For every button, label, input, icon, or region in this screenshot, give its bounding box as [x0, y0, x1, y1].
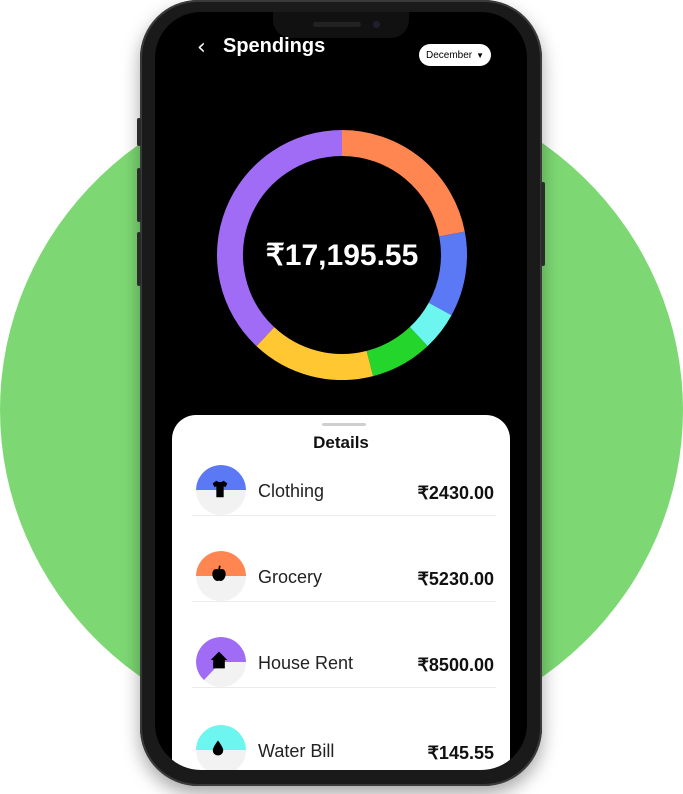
category-badge: [196, 551, 246, 601]
month-value: December: [425, 49, 473, 61]
mute-switch: [137, 118, 141, 146]
speaker: [313, 22, 361, 27]
volume-down-button: [137, 232, 141, 286]
details-panel: Details Clothing ₹2430.00 Grocery ₹5230.…: [172, 415, 510, 770]
detail-row-clothing[interactable]: Clothing ₹2430.00: [192, 451, 496, 516]
total-amount: ₹17,195.55: [265, 238, 419, 272]
drag-handle[interactable]: [322, 423, 366, 426]
house-icon: [209, 650, 233, 674]
category-badge: [196, 637, 246, 687]
water-drop-icon: [209, 738, 233, 762]
category-amount: ₹145.55: [427, 743, 494, 763]
camera-icon: [373, 21, 380, 28]
category-label: House Rent: [258, 653, 354, 673]
category-label: Grocery: [258, 567, 323, 587]
detail-row-grocery[interactable]: Grocery ₹5230.00: [192, 537, 496, 602]
shirt-icon: [209, 478, 233, 502]
phone-screen: ‹ Spendings December ▼ ₹17,195.55 Detail…: [155, 12, 527, 770]
detail-row-water-bill[interactable]: Water Bill ₹145.55: [192, 711, 496, 770]
phone-frame: ‹ Spendings December ▼ ₹17,195.55 Detail…: [137, 0, 545, 786]
category-amount: ₹2430.00: [417, 483, 494, 503]
category-label: Clothing: [258, 481, 325, 501]
month-dropdown[interactable]: December ▼: [419, 44, 491, 66]
power-button: [541, 182, 545, 266]
detail-row-house-rent[interactable]: House Rent ₹8500.00: [192, 623, 496, 688]
volume-up-button: [137, 168, 141, 222]
app-header: ‹ Spendings December ▼: [155, 34, 527, 66]
category-label: Water Bill: [258, 741, 335, 761]
apple-icon: [209, 564, 233, 588]
category-badge: [196, 725, 246, 770]
chevron-down-icon: ▼: [476, 50, 485, 60]
details-title: Details: [313, 433, 369, 452]
category-amount: ₹5230.00: [417, 569, 494, 589]
page-title: Spendings: [223, 35, 326, 57]
category-badge: [196, 465, 246, 515]
category-amount: ₹8500.00: [417, 655, 494, 675]
back-chevron-icon[interactable]: ‹: [197, 36, 217, 60]
